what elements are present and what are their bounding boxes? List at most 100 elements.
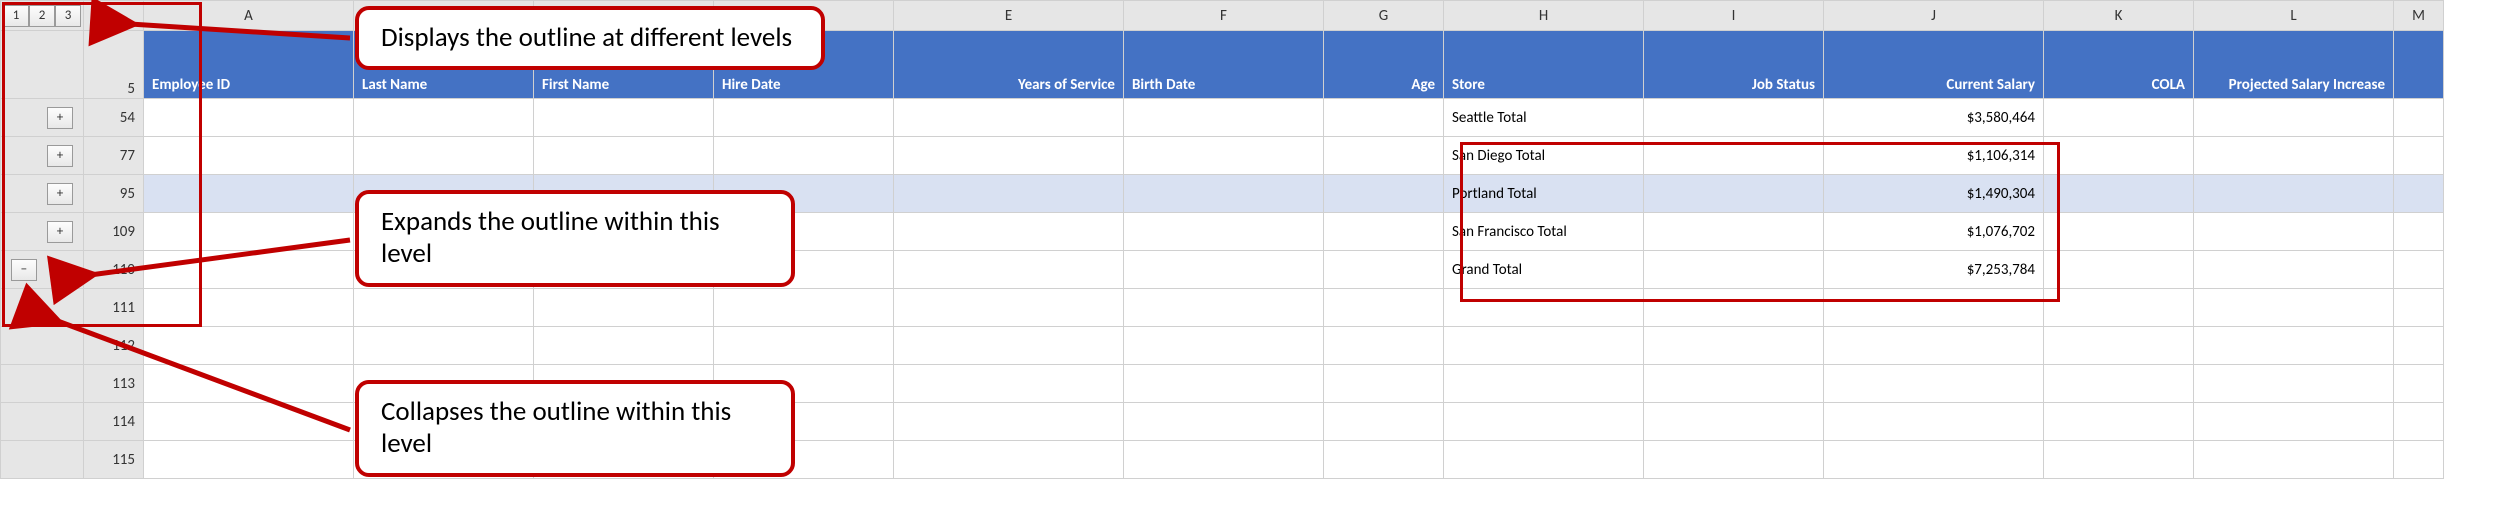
- cell[interactable]: [2194, 365, 2394, 403]
- cell[interactable]: [2394, 289, 2444, 327]
- cell[interactable]: Seattle Total: [1444, 99, 1644, 137]
- outline-level-2-button[interactable]: 2: [29, 5, 55, 27]
- cell[interactable]: [2394, 441, 2444, 479]
- cell[interactable]: [534, 327, 714, 365]
- cell[interactable]: [2394, 327, 2444, 365]
- row-head[interactable]: 54: [84, 99, 144, 137]
- cell[interactable]: [1444, 365, 1644, 403]
- cell[interactable]: [534, 137, 714, 175]
- cell[interactable]: [354, 99, 534, 137]
- cell[interactable]: [1324, 327, 1444, 365]
- cell[interactable]: [1124, 99, 1324, 137]
- cell[interactable]: [2194, 251, 2394, 289]
- cell[interactable]: [1324, 251, 1444, 289]
- col-head-H[interactable]: H: [1444, 1, 1644, 31]
- cell[interactable]: [1444, 403, 1644, 441]
- cell[interactable]: [714, 137, 894, 175]
- cell[interactable]: [354, 289, 534, 327]
- cell[interactable]: [1124, 251, 1324, 289]
- row-head-5[interactable]: 5: [84, 31, 144, 99]
- cell[interactable]: [1644, 365, 1824, 403]
- cell[interactable]: [144, 403, 354, 441]
- col-head-G[interactable]: G: [1324, 1, 1444, 31]
- cell[interactable]: [2394, 403, 2444, 441]
- cell[interactable]: [2194, 403, 2394, 441]
- cell[interactable]: [2044, 403, 2194, 441]
- cell[interactable]: [144, 327, 354, 365]
- row-head[interactable]: 113: [84, 365, 144, 403]
- outline-expand-button[interactable]: +: [47, 221, 73, 243]
- cell[interactable]: [144, 289, 354, 327]
- cell[interactable]: [1444, 289, 1644, 327]
- cell[interactable]: [2394, 213, 2444, 251]
- cell[interactable]: [1824, 441, 2044, 479]
- cell[interactable]: [144, 137, 354, 175]
- cell[interactable]: [534, 289, 714, 327]
- col-head-A[interactable]: A: [144, 1, 354, 31]
- cell[interactable]: [2394, 175, 2444, 213]
- cell[interactable]: [1324, 441, 1444, 479]
- cell[interactable]: [144, 99, 354, 137]
- cell[interactable]: [894, 403, 1124, 441]
- outline-expand-button[interactable]: +: [47, 183, 73, 205]
- cell[interactable]: [144, 365, 354, 403]
- cell[interactable]: [144, 441, 354, 479]
- cell[interactable]: Grand Total: [1444, 251, 1644, 289]
- col-head-J[interactable]: J: [1824, 1, 2044, 31]
- row-head[interactable]: 111: [84, 289, 144, 327]
- cell[interactable]: [2044, 213, 2194, 251]
- cell[interactable]: [1644, 441, 1824, 479]
- cell[interactable]: [534, 99, 714, 137]
- cell[interactable]: $1,490,304: [1824, 175, 2044, 213]
- cell[interactable]: [1644, 99, 1824, 137]
- cell[interactable]: [2044, 251, 2194, 289]
- cell[interactable]: [1124, 137, 1324, 175]
- cell[interactable]: [2044, 99, 2194, 137]
- cell[interactable]: [1324, 213, 1444, 251]
- cell[interactable]: $1,076,702: [1824, 213, 2044, 251]
- outline-expand-button[interactable]: +: [47, 107, 73, 129]
- cell[interactable]: [894, 327, 1124, 365]
- cell[interactable]: [1324, 99, 1444, 137]
- row-head[interactable]: 95: [84, 175, 144, 213]
- row-head[interactable]: 77: [84, 137, 144, 175]
- cell[interactable]: [1824, 327, 2044, 365]
- cell[interactable]: [714, 327, 894, 365]
- row-head[interactable]: 114: [84, 403, 144, 441]
- cell[interactable]: [2394, 99, 2444, 137]
- row-head[interactable]: 109: [84, 213, 144, 251]
- select-all-corner[interactable]: [84, 1, 144, 31]
- cell[interactable]: San Francisco Total: [1444, 213, 1644, 251]
- cell[interactable]: [2044, 175, 2194, 213]
- cell[interactable]: [714, 289, 894, 327]
- cell[interactable]: [2394, 251, 2444, 289]
- cell[interactable]: [1324, 289, 1444, 327]
- cell[interactable]: [2194, 137, 2394, 175]
- cell[interactable]: [1324, 175, 1444, 213]
- row-head[interactable]: 112: [84, 327, 144, 365]
- row-head[interactable]: 115: [84, 441, 144, 479]
- cell[interactable]: $1,106,314: [1824, 137, 2044, 175]
- cell[interactable]: [354, 137, 534, 175]
- cell[interactable]: [1644, 251, 1824, 289]
- cell[interactable]: [1644, 289, 1824, 327]
- cell[interactable]: [2194, 175, 2394, 213]
- cell[interactable]: [1124, 327, 1324, 365]
- cell[interactable]: [2194, 213, 2394, 251]
- row-head[interactable]: 110: [84, 251, 144, 289]
- outline-expand-button[interactable]: +: [47, 145, 73, 167]
- cell[interactable]: [144, 175, 354, 213]
- cell[interactable]: [1324, 365, 1444, 403]
- cell[interactable]: [2044, 327, 2194, 365]
- cell[interactable]: [2044, 289, 2194, 327]
- cell[interactable]: [1644, 403, 1824, 441]
- cell[interactable]: [1824, 289, 2044, 327]
- cell[interactable]: [144, 251, 354, 289]
- cell[interactable]: [1124, 213, 1324, 251]
- cell[interactable]: $7,253,784: [1824, 251, 2044, 289]
- cell[interactable]: [2044, 365, 2194, 403]
- cell[interactable]: [1824, 403, 2044, 441]
- cell[interactable]: [1124, 441, 1324, 479]
- cell[interactable]: [2194, 327, 2394, 365]
- cell[interactable]: [894, 251, 1124, 289]
